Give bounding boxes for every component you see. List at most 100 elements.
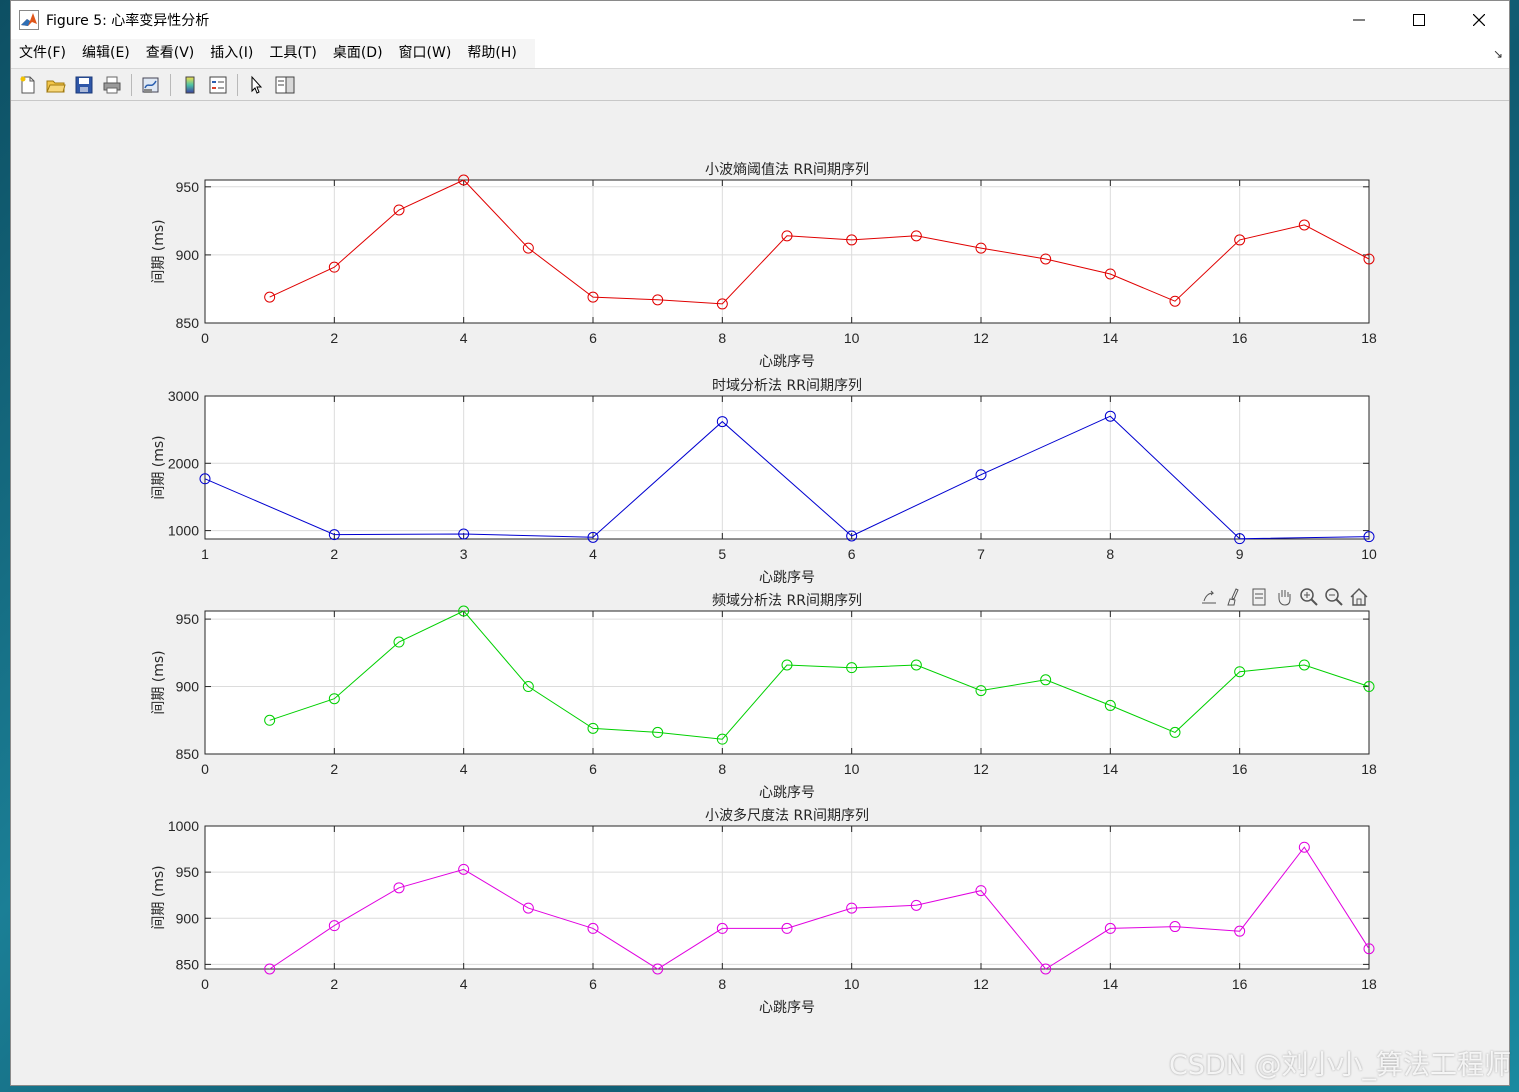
menu-tools[interactable]: 工具(T) — [261, 39, 324, 68]
x-tick-label: 8 — [718, 330, 726, 346]
link-plot-button[interactable] — [138, 73, 164, 97]
close-icon — [1473, 14, 1485, 26]
x-tick-label: 2 — [330, 546, 338, 562]
edit-plot-icon — [251, 75, 263, 94]
axes-toolbar — [1196, 586, 1371, 608]
property-inspector-icon — [275, 76, 295, 93]
legend-button[interactable] — [205, 73, 231, 97]
print-button[interactable] — [99, 73, 125, 97]
x-tick-label: 10 — [1361, 546, 1377, 562]
x-tick-label: 2 — [330, 976, 338, 992]
x-tick-label: 18 — [1361, 330, 1377, 346]
x-tick-label: 5 — [718, 546, 726, 562]
x-tick-label: 14 — [1103, 330, 1119, 346]
export-button[interactable] — [1196, 586, 1221, 608]
print-icon — [103, 76, 121, 93]
figure-canvas: 0 2 4 6 8 10 12 14 16 18 850 900 950 小波熵阈值法 RR间期序列 心跳序… — [11, 101, 1509, 1085]
brush-button[interactable] — [1221, 586, 1246, 608]
x-tick-label: 10 — [844, 976, 860, 992]
x-tick-label: 6 — [589, 330, 597, 346]
zoom-out-icon — [1324, 588, 1343, 606]
x-tick-label: 16 — [1232, 330, 1248, 346]
x-tick-label: 4 — [460, 330, 468, 346]
y-tick-label: 3000 — [168, 388, 199, 404]
pan-button[interactable] — [1271, 586, 1296, 608]
minimize-button[interactable] — [1329, 1, 1389, 39]
y-tick-label: 950 — [176, 611, 200, 627]
x-tick-label: 16 — [1232, 976, 1248, 992]
x-tick-label: 14 — [1103, 761, 1119, 777]
x-tick-label: 2 — [330, 330, 338, 346]
x-tick-label: 7 — [977, 546, 985, 562]
y-tick-label: 950 — [176, 864, 200, 880]
zoom-in-icon — [1299, 588, 1318, 606]
brush-icon — [1226, 588, 1239, 606]
dock-arrow-icon[interactable]: ↘ — [1493, 47, 1503, 61]
x-tick-label: 2 — [330, 761, 338, 777]
zoom-out-button[interactable] — [1321, 586, 1346, 608]
edit-plot-button[interactable] — [244, 73, 270, 97]
x-tick-label: 4 — [460, 761, 468, 777]
menu-desktop[interactable]: 桌面(D) — [325, 39, 391, 68]
zoom-in-button[interactable] — [1296, 586, 1321, 608]
y-tick-label: 2000 — [168, 455, 199, 471]
x-tick-label: 3 — [460, 546, 468, 562]
menu-view[interactable]: 查看(V) — [138, 39, 203, 68]
data-tips-button[interactable] — [1246, 586, 1271, 608]
plot-area — [205, 180, 1369, 323]
property-inspector-button[interactable] — [272, 73, 298, 97]
menu-file[interactable]: 文件(F) — [11, 39, 74, 68]
save-button[interactable] — [71, 73, 97, 97]
menu-bar: 文件(F) 编辑(E) 查看(V) 插入(I) 工具(T) 桌面(D) 窗口(W… — [11, 39, 1509, 69]
menu-help[interactable]: 帮助(H) — [459, 39, 524, 68]
x-axis-label: 心跳序号 — [759, 570, 815, 586]
x-tick-label: 6 — [589, 976, 597, 992]
restore-view-icon — [1350, 588, 1367, 606]
x-tick-label: 0 — [201, 330, 209, 346]
colorbar-button[interactable] — [177, 73, 203, 97]
y-tick-label: 1000 — [168, 818, 199, 834]
x-axis-label: 心跳序号 — [759, 1000, 815, 1016]
axes-3: 0 2 4 6 8 10 12 14 16 18 850 900 950 频域分析法 RR间期序列心跳序号… — [151, 593, 1377, 801]
menu-edit[interactable]: 编辑(E) — [74, 39, 138, 68]
plot-area — [205, 826, 1369, 969]
restore-view-button[interactable] — [1346, 586, 1371, 608]
open-file-button[interactable] — [43, 73, 69, 97]
x-axis-label: 心跳序号 — [759, 785, 815, 801]
axes-1: 0 2 4 6 8 10 12 14 16 18 850 900 950 小波熵阈值法 RR间期序列心跳序… — [151, 162, 1377, 370]
new-figure-button[interactable] — [15, 73, 41, 97]
x-tick-label: 0 — [201, 761, 209, 777]
watermark: CSDN @刘小小_算法工程师 — [1168, 1050, 1511, 1081]
chart-title: 小波多尺度法 RR间期序列 — [705, 807, 869, 824]
x-tick-label: 12 — [973, 761, 989, 777]
menu-insert[interactable]: 插入(I) — [202, 39, 261, 68]
x-tick-label: 8 — [718, 761, 726, 777]
x-tick-label: 1 — [201, 546, 209, 562]
plot-area — [205, 611, 1369, 754]
y-axis-label: 间期 (ms) — [151, 865, 167, 929]
menu-window[interactable]: 窗口(W) — [391, 39, 460, 68]
y-axis-label: 间期 (ms) — [151, 435, 167, 499]
export-icon — [1201, 590, 1216, 604]
y-tick-label: 900 — [176, 247, 200, 263]
x-tick-label: 6 — [589, 761, 597, 777]
x-tick-label: 4 — [460, 976, 468, 992]
legend-icon — [209, 76, 227, 93]
window-title: Figure 5: 心率变异性分析 — [46, 13, 210, 29]
y-tick-label: 850 — [176, 956, 200, 972]
x-tick-label: 14 — [1103, 976, 1119, 992]
x-tick-label: 8 — [718, 976, 726, 992]
y-tick-label: 850 — [176, 315, 200, 331]
x-tick-label: 9 — [1236, 546, 1244, 562]
chart-title: 小波熵阈值法 RR间期序列 — [705, 162, 869, 178]
x-tick-label: 6 — [848, 546, 856, 562]
maximize-icon — [1413, 14, 1425, 26]
y-axis-label: 间期 (ms) — [151, 219, 167, 283]
x-tick-label: 10 — [844, 330, 860, 346]
data-tips-icon — [1252, 588, 1265, 606]
x-tick-label: 16 — [1232, 761, 1248, 777]
chart-title: 时域分析法 RR间期序列 — [712, 378, 862, 394]
close-button[interactable] — [1449, 1, 1509, 39]
minimize-icon — [1353, 19, 1365, 21]
maximize-button[interactable] — [1389, 1, 1449, 39]
